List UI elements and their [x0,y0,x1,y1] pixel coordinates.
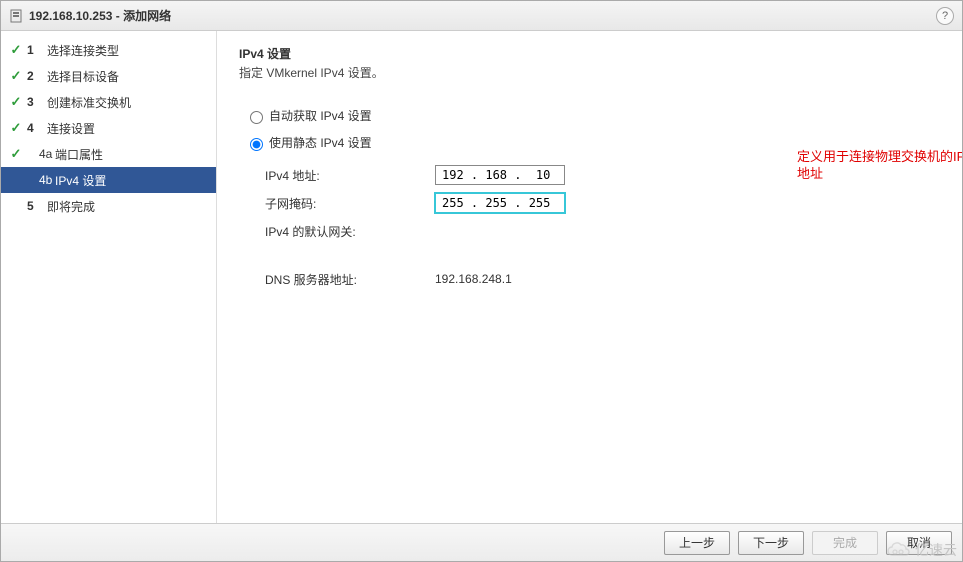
step-port-properties[interactable]: ✓ 4a 端口属性 [1,141,216,167]
step-ready-to-complete[interactable]: 5 即将完成 [1,193,216,219]
wizard-sidebar: ✓ 1 选择连接类型 ✓ 2 选择目标设备 ✓ 3 创建标准交换机 ✓ 4 连接… [1,31,217,523]
titlebar: 192.168.10.253 - 添加网络 ? [1,1,962,31]
ipv4-address-label: IPv4 地址: [265,167,435,184]
subnet-mask-input[interactable] [435,193,565,213]
step-connection-type[interactable]: ✓ 1 选择连接类型 [1,37,216,63]
host-icon [9,9,23,23]
check-icon: ✓ [9,146,23,162]
cancel-button[interactable]: 取消 [886,531,952,555]
dns-server-label: DNS 服务器地址: [265,271,435,288]
help-button[interactable]: ? [936,7,954,25]
finish-button: 完成 [812,531,878,555]
ipv4-address-input[interactable] [435,165,565,185]
panel-heading: IPv4 设置 [239,45,940,62]
check-icon: ✓ [9,94,23,110]
radio-auto-input[interactable] [250,111,263,124]
dialog-footer: 上一步 下一步 完成 取消 [1,523,962,561]
check-icon: ✓ [9,42,23,58]
check-icon: ✓ [9,120,23,136]
subnet-mask-label: 子网掩码: [265,195,435,212]
radio-auto-label: 自动获取 IPv4 设置 [269,107,372,124]
dns-server-value: 192.168.248.1 [435,272,512,286]
check-icon: ✓ [9,68,23,84]
annotation-text: 定义用于连接物理交换机的IP地址 [797,149,962,183]
step-target-device[interactable]: ✓ 2 选择目标设备 [1,63,216,89]
radio-auto-ipv4[interactable]: 自动获取 IPv4 设置 [245,107,940,124]
dialog-add-network: 192.168.10.253 - 添加网络 ? ✓ 1 选择连接类型 ✓ 2 选… [0,0,963,562]
step-create-vswitch[interactable]: ✓ 3 创建标准交换机 [1,89,216,115]
dialog-title: 192.168.10.253 - 添加网络 [29,7,171,24]
next-button[interactable]: 下一步 [738,531,804,555]
dialog-body: ✓ 1 选择连接类型 ✓ 2 选择目标设备 ✓ 3 创建标准交换机 ✓ 4 连接… [1,31,962,523]
radio-static-label: 使用静态 IPv4 设置 [269,134,372,151]
step-connection-settings[interactable]: ✓ 4 连接设置 [1,115,216,141]
default-gateway-label: IPv4 的默认网关: [265,223,435,240]
wizard-content: IPv4 设置 指定 VMkernel IPv4 设置。 自动获取 IPv4 设… [217,31,962,523]
step-ipv4-settings[interactable]: 4b IPv4 设置 [1,167,216,193]
radio-static-input[interactable] [250,138,263,151]
back-button[interactable]: 上一步 [664,531,730,555]
panel-subheading: 指定 VMkernel IPv4 设置。 [239,64,940,81]
